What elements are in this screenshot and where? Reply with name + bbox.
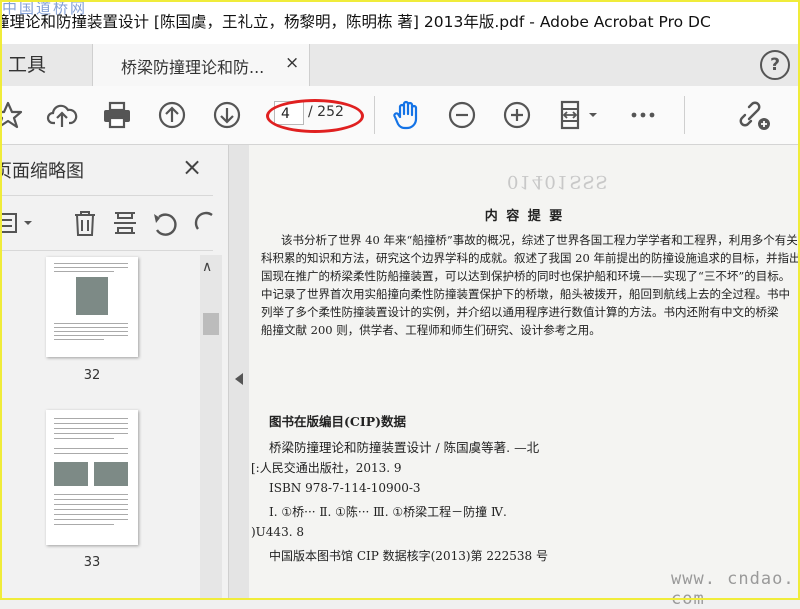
panel-toolbar: [0, 195, 213, 251]
previous-page-icon[interactable]: [156, 99, 188, 131]
paragraph-line: 船撞文献 200 则，供学者、工程师和师生们研究、设计参考之用。: [261, 323, 601, 337]
title-bar: 撞理论和防撞装置设计 [陈国虞，王礼立，杨黎明，陈明栋 著] 2013年版.pd…: [0, 0, 800, 44]
bookmark-icon[interactable]: [0, 99, 24, 131]
cip-line: 中国版本图书馆 CIP 数据核字(2013)第 222538 号: [269, 549, 548, 563]
next-page-icon[interactable]: [211, 99, 243, 131]
library-stamp: 01401SSS: [507, 171, 609, 192]
rotate-ccw-icon[interactable]: [150, 208, 180, 238]
tab-tools[interactable]: 工具: [0, 44, 92, 86]
extract-icon[interactable]: [110, 208, 140, 238]
zoom-in-icon[interactable]: [501, 99, 533, 131]
zoom-out-icon[interactable]: [446, 99, 478, 131]
share-link-icon[interactable]: [735, 99, 779, 131]
cip-line: [:人民交通出版社，2013. 9: [251, 461, 402, 475]
tab-bar: 工具 桥梁防撞理论和防... × ?: [0, 44, 800, 87]
thumbnail-scrollbar[interactable]: ∧: [200, 255, 222, 600]
cip-line: ISBN 978-7-114-10900-3: [269, 481, 421, 495]
document-view: 01401SSS 内 容 提 要 该书分析了世界 40 年来“船撞桥”事故的概况…: [229, 145, 800, 609]
tab-document[interactable]: 桥梁防撞理论和防... ×: [92, 44, 310, 87]
paragraph-line: 科积累的知识和方法，研究这个边界学科的成就。叙述了我国 20 年前提出的防撞设施…: [261, 251, 800, 265]
upload-cloud-icon[interactable]: [46, 99, 78, 131]
scroll-up-icon[interactable]: ∧: [202, 259, 212, 275]
hand-tool-icon[interactable]: [391, 99, 423, 131]
cip-line: 桥梁防撞理论和防撞装置设计 / 陈国虞等著. —北: [269, 440, 540, 455]
help-button[interactable]: ?: [760, 50, 790, 80]
pdf-page: 01401SSS 内 容 提 要 该书分析了世界 40 年来“船撞桥”事故的概况…: [249, 145, 800, 609]
previous-page-arrow-icon[interactable]: [235, 373, 243, 385]
thumbnails-panel: 页面缩略图 × 32 33 ∧: [0, 145, 229, 600]
paragraph-line: 国现在推广的桥梁柔性防船撞装置，可以达到保护桥的同时也保护船和环境——实现了“三…: [261, 269, 791, 283]
cip-line: )U443. 8: [251, 525, 304, 539]
rotate-cw-icon[interactable]: [192, 208, 222, 238]
tab-document-label: 桥梁防撞理论和防...: [121, 58, 265, 77]
main-toolbar: 4 / 252: [0, 86, 800, 145]
panel-title: 页面缩略图: [0, 161, 84, 182]
window-title: 撞理论和防撞装置设计 [陈国虞，王礼立，杨黎明，陈明栋 著] 2013年版.pd…: [0, 13, 711, 31]
page-thumbnail-33[interactable]: [46, 410, 138, 545]
options-icon[interactable]: [0, 208, 38, 238]
delete-icon[interactable]: [70, 208, 100, 238]
paragraph-line: 列举了多个柔性防撞装置设计的实例，并介绍以通用程序进行数值计算的方法。书内还附有…: [261, 305, 779, 319]
print-icon[interactable]: [101, 99, 133, 131]
cip-line: Ⅰ. ①桥··· Ⅱ. ①陈··· Ⅲ. ①桥梁工程－防撞 Ⅳ.: [269, 505, 507, 519]
thumbnail-label-33: 33: [83, 555, 101, 570]
more-icon[interactable]: [627, 99, 659, 131]
toolbar-divider: [374, 96, 375, 134]
page-thumbnail-32[interactable]: [46, 257, 138, 357]
summary-heading: 内 容 提 要: [484, 209, 565, 224]
page-number-highlight: [266, 99, 364, 133]
paragraph-line: 该书分析了世界 40 年来“船撞桥”事故的概况，综述了世界各国工程力学学者和工程…: [281, 233, 798, 247]
paragraph-line: 中记录了世界首次用实船撞向柔性防撞装置保护下的桥墩，船头被拨开，船回到航线上去的…: [261, 287, 790, 301]
site-watermark-bottom: www. cndao. com: [671, 569, 795, 609]
site-watermark: 中国道桥网: [2, 0, 88, 17]
cip-title: 图书在版编目(CIP)数据: [269, 414, 407, 429]
close-tab-button[interactable]: ×: [285, 53, 299, 73]
scrollbar-thumb[interactable]: [203, 313, 219, 335]
toolbar-divider-2: [684, 96, 685, 134]
close-panel-button[interactable]: ×: [182, 153, 202, 181]
thumbnail-label-32: 32: [83, 368, 101, 383]
fit-page-icon[interactable]: [556, 99, 604, 131]
